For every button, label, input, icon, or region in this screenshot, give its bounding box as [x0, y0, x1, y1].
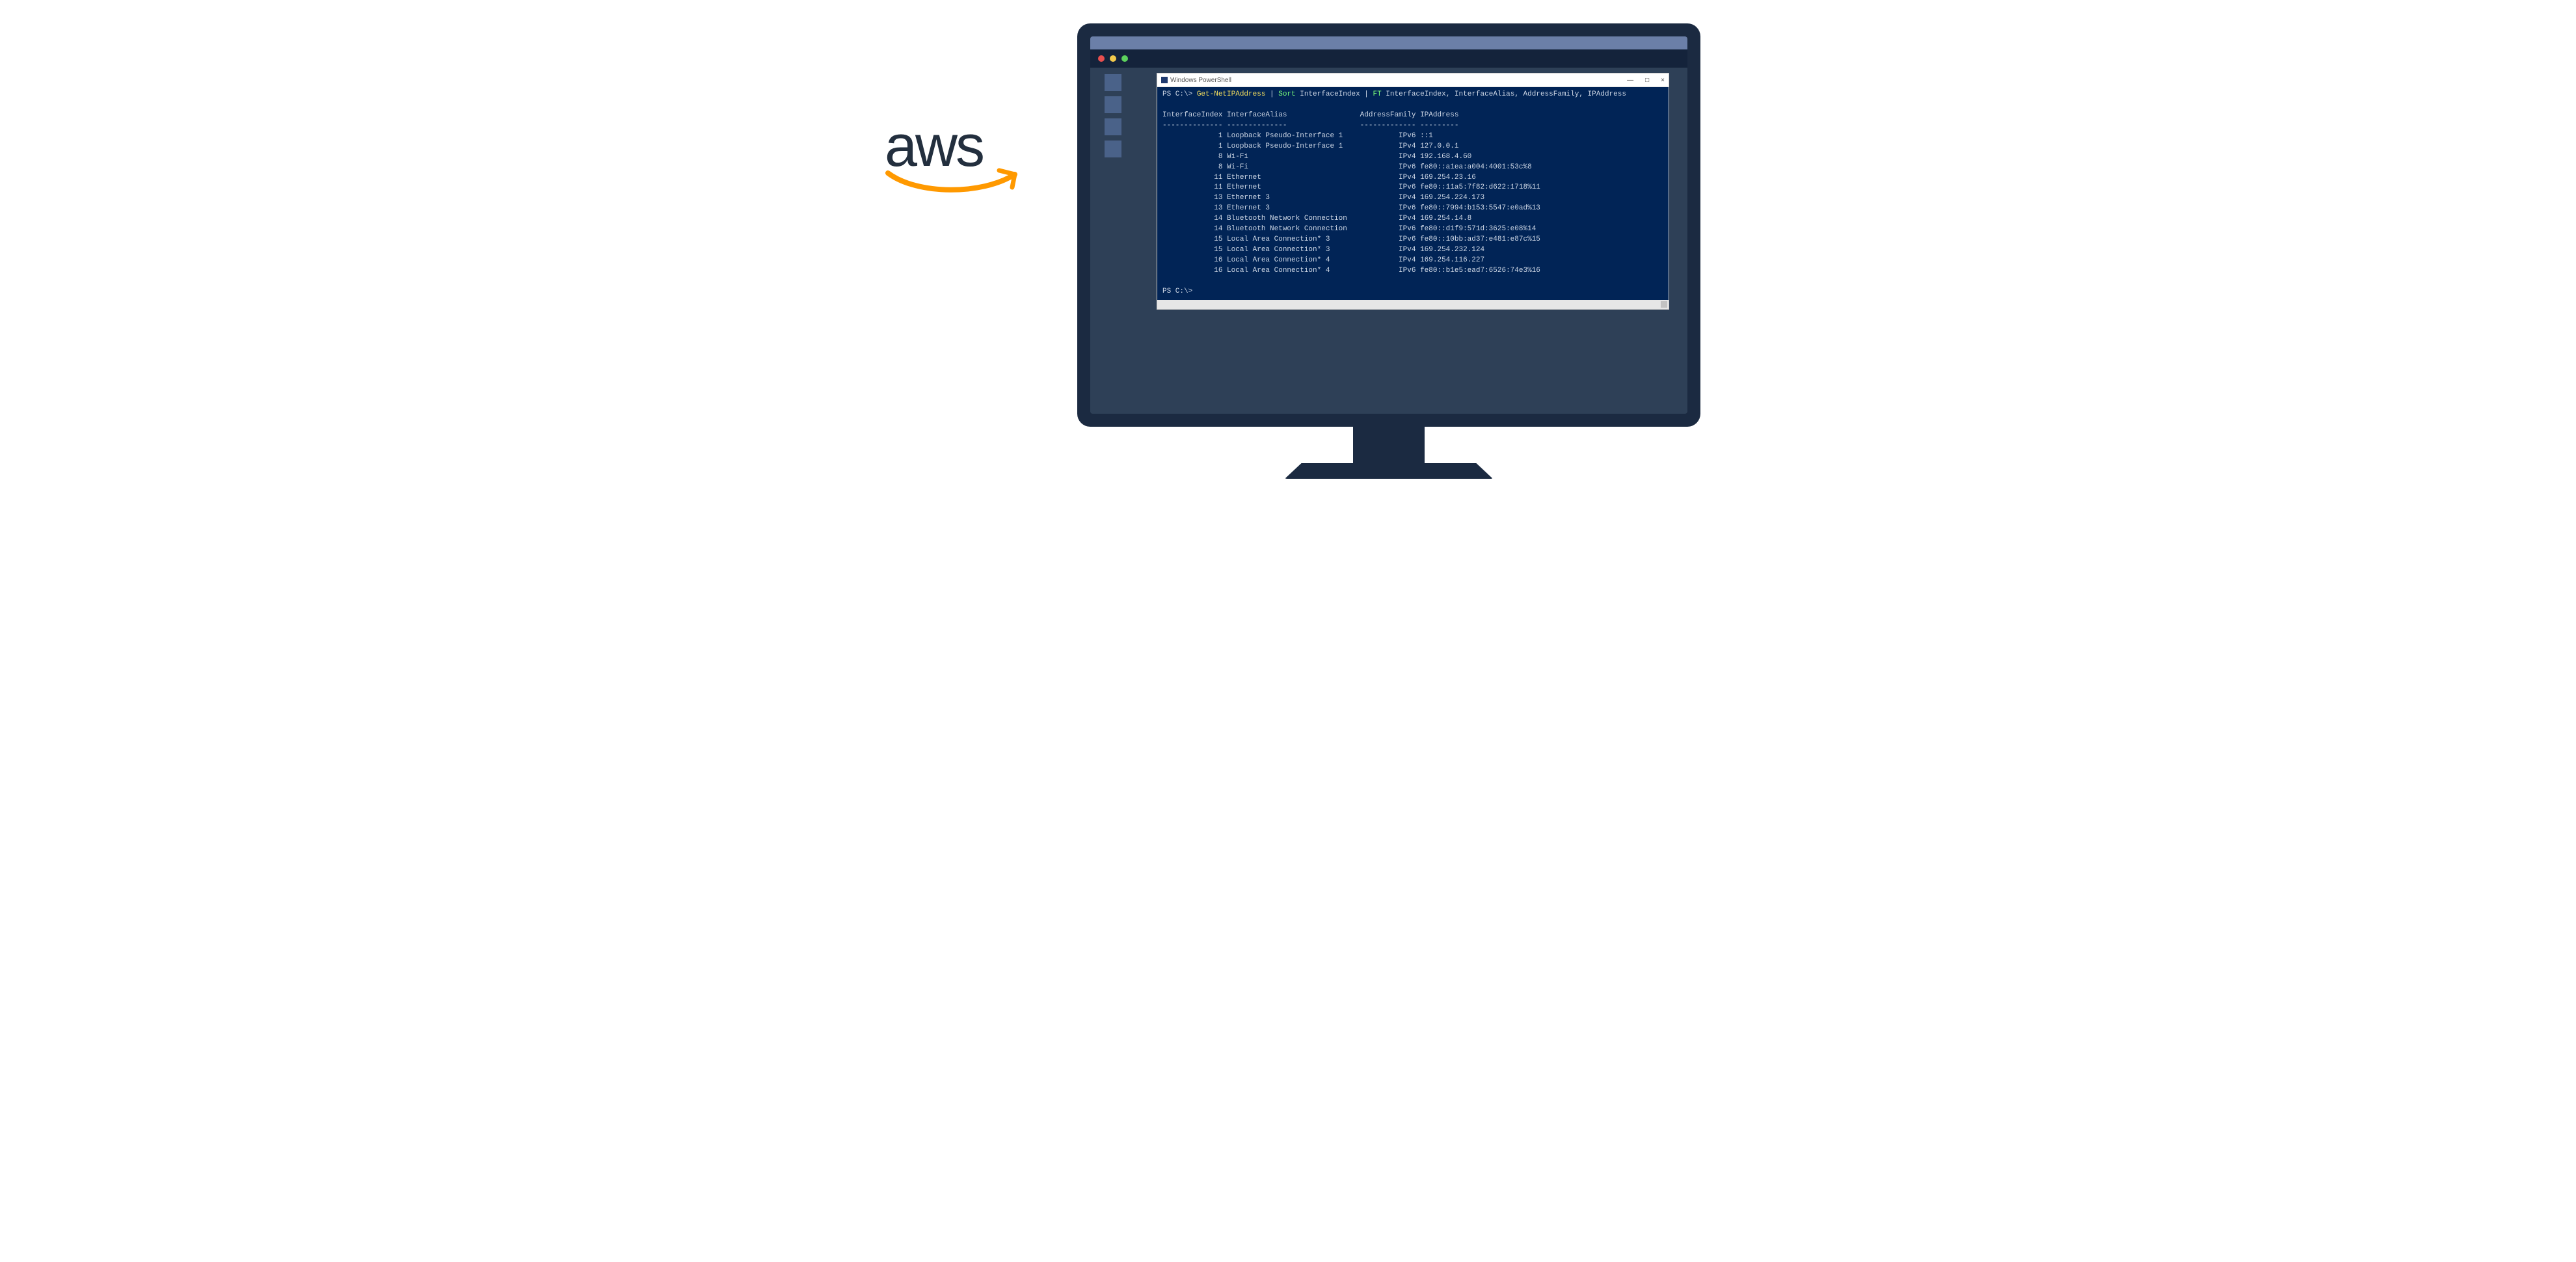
sidebar-item: [1105, 74, 1121, 91]
monitor-bezel: Windows PowerShell — □ × PS C:\> Get-Net…: [1077, 23, 1700, 427]
close-button[interactable]: ×: [1661, 77, 1665, 84]
sidebar-item: [1105, 118, 1121, 135]
sidebar: [1090, 68, 1150, 414]
powershell-scrollbar[interactable]: [1157, 300, 1669, 309]
monitor-stand-base: [1285, 463, 1493, 479]
monitor-illustration: Windows PowerShell — □ × PS C:\> Get-Net…: [1077, 23, 1700, 479]
powershell-output[interactable]: PS C:\> Get-NetIPAddress | Sort Interfac…: [1157, 87, 1669, 300]
window-controls: — □ ×: [1627, 77, 1665, 84]
window-maximize-icon: [1121, 55, 1128, 62]
powershell-title: Windows PowerShell: [1170, 77, 1231, 84]
powershell-window: Windows PowerShell — □ × PS C:\> Get-Net…: [1157, 73, 1669, 310]
window-minimize-icon: [1110, 55, 1116, 62]
aws-wordmark: aws: [885, 117, 1028, 176]
maximize-button[interactable]: □: [1645, 77, 1649, 84]
main-area: Windows PowerShell — □ × PS C:\> Get-Net…: [1150, 68, 1687, 414]
window-close-icon: [1098, 55, 1105, 62]
aws-logo: aws: [885, 117, 1028, 204]
app-header-bar: [1090, 36, 1687, 49]
powershell-titlebar: Windows PowerShell — □ ×: [1157, 74, 1669, 87]
powershell-icon: [1161, 77, 1168, 83]
sidebar-item: [1105, 141, 1121, 157]
minimize-button[interactable]: —: [1627, 77, 1633, 84]
monitor-screen: Windows PowerShell — □ × PS C:\> Get-Net…: [1090, 36, 1687, 414]
app-body: Windows PowerShell — □ × PS C:\> Get-Net…: [1090, 68, 1687, 414]
sidebar-item: [1105, 96, 1121, 113]
app-toolbar: [1090, 49, 1687, 68]
monitor-stand-neck: [1353, 427, 1425, 463]
